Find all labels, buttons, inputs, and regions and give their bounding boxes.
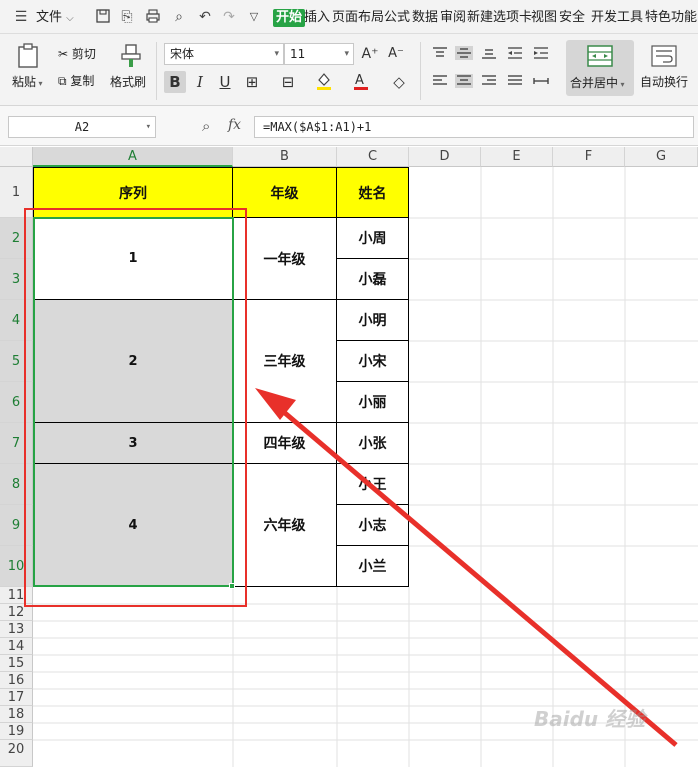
annotation-arrow (255, 388, 678, 747)
watermark: Baidu 经验 (534, 707, 646, 731)
